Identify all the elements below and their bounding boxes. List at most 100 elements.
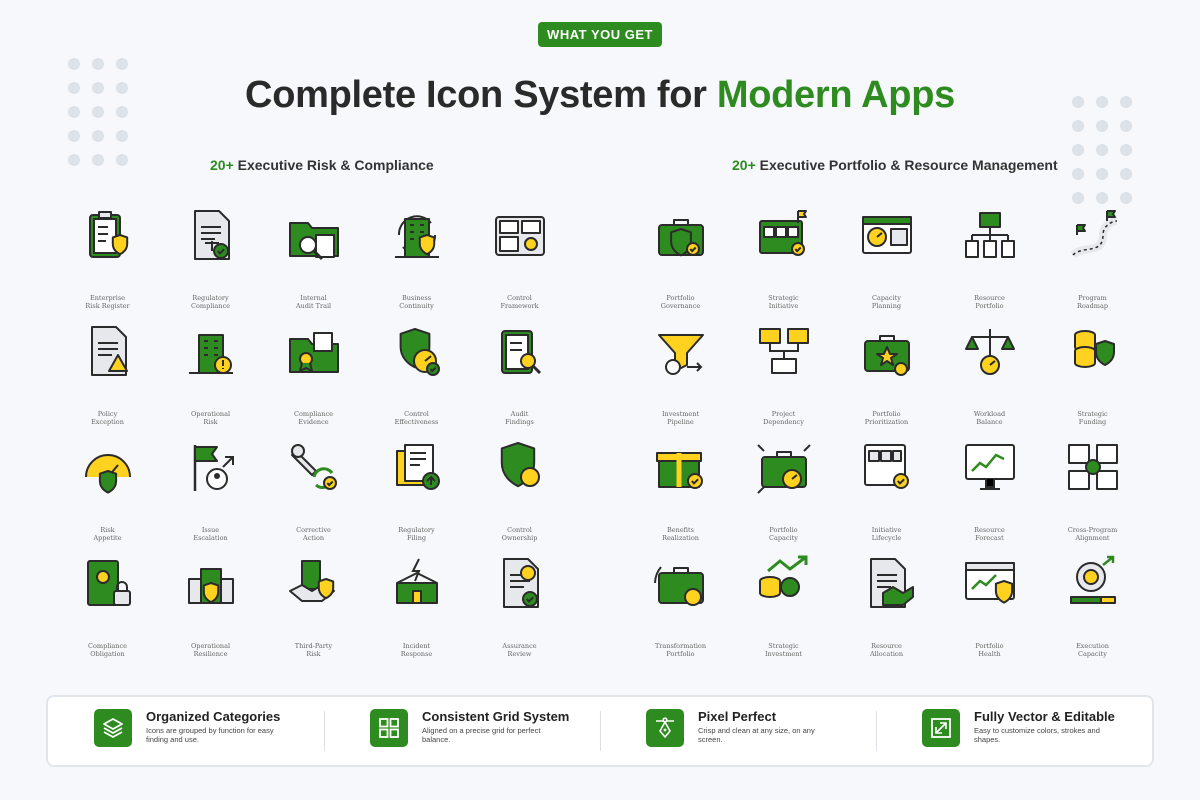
feature-pixel-perfect: Pixel Perfect Crisp and clean at any size… [600,709,876,753]
icon-label: Issue Escalation [193,526,228,542]
layers-icon [94,709,132,747]
section-count: 20+ [210,157,234,173]
icon-label: Corrective Action [296,526,331,542]
icon-label: Compliance Evidence [294,410,333,426]
icon-label: Project Dependency [763,410,804,426]
icon-card: Portfolio Health [938,553,1041,669]
icon-label: Cross-Program Alignment [1067,526,1118,542]
icon-card: Policy Exception [56,321,159,437]
section-count: 20+ [732,157,756,173]
icon-card: Workload Balance [938,321,1041,437]
icon-label: Assurance Review [502,642,537,658]
document-award-icon [490,553,550,618]
building-warning-icon [181,321,241,386]
icon-card: Cross-Program Alignment [1041,437,1144,553]
icon-card: Regulatory Filing [365,437,468,553]
icon-card: Business Continuity [365,205,468,321]
icon-label: Control Ownership [501,526,538,542]
gauge-shield-icon [78,437,138,502]
shield-award-icon [490,437,550,502]
folder-magnifier-icon [284,205,344,270]
icon-card: Benefits Realization [629,437,732,553]
building-lightning-icon [387,553,447,618]
feature-organized-categories: Organized Categories Icons are grouped by… [48,709,324,753]
feature-desc: Icons are grouped by function for easy f… [146,726,274,744]
icon-label: Audit Findings [505,410,534,426]
icon-card: Initiative Lifecycle [835,437,938,553]
browser-chart-shield-icon [960,553,1020,618]
briefcase-org-chart-icon [960,205,1020,270]
briefcase-star-icon [857,321,917,386]
title-main: Complete Icon System for [245,74,717,116]
flag-person-arrow-icon [181,437,241,502]
board-check-icon [857,437,917,502]
icon-card: Resource Portfolio [938,205,1041,321]
icon-label: Portfolio Capacity [769,526,798,542]
icon-label: Policy Exception [91,410,124,426]
icon-label: Investment Pipeline [661,410,700,426]
icon-label: Operational Resilience [190,642,231,658]
icon-card: Capacity Planning [835,205,938,321]
road-flags-icon [1063,205,1123,270]
icon-label: Third-Party Risk [294,642,333,658]
icon-card: Strategic Investment [732,553,835,669]
briefcase-shield-icon [651,205,711,270]
icon-card: Risk Appetite [56,437,159,553]
icon-label: Regulatory Filing [398,526,435,542]
decorative-dots-right [1072,96,1132,204]
icon-card: Investment Pipeline [629,321,732,437]
document-scales-icon [181,205,241,270]
icon-label: Portfolio Prioritization [864,410,909,426]
icon-label: Resource Allocation [869,642,904,658]
feature-title: Consistent Grid System [422,709,570,724]
feature-desc: Aligned on a precise grid for perfect ba… [422,726,541,744]
icon-card: Issue Escalation [159,437,262,553]
icon-label: Incident Response [400,642,433,658]
dashboard-panels-icon [490,205,550,270]
section-heading-risk: 20+ Executive Risk & Compliance [210,157,434,173]
grid-icon [370,709,408,747]
icon-label: Strategic Investment [764,642,803,658]
icon-card: Strategic Funding [1041,321,1144,437]
icon-label: Resource Forecast [974,526,1005,542]
gear-progress-icon [1063,553,1123,618]
feature-title: Pixel Perfect [698,709,777,724]
icon-card: Enterprise Risk Register [56,205,159,321]
feature-title: Fully Vector & Editable [974,709,1115,724]
files-upload-icon [387,437,447,502]
feature-desc: Easy to customize colors, strokes and sh… [974,726,1100,744]
section-badge: WHAT YOU GET [538,22,662,47]
icon-card: Program Roadmap [1041,205,1144,321]
board-flag-icon [754,205,814,270]
coins-award-arrow-icon [754,553,814,618]
buildings-shield-icon [181,553,241,618]
browser-gauge-calendar-icon [857,205,917,270]
icon-card: Control Effectiveness [365,321,468,437]
icon-label: Workload Balance [973,410,1006,426]
monitor-chart-icon [960,437,1020,502]
icon-label: Portfolio Governance [660,294,701,310]
folder-certificate-icon [284,321,344,386]
briefcase-cycle-star-icon [651,553,711,618]
icon-card: Transformation Portfolio [629,553,732,669]
icon-label: Regulatory Compliance [191,294,230,310]
icon-label: Strategic Funding [1077,410,1108,426]
icon-card: Control Framework [468,205,571,321]
icon-card: Incident Response [365,553,468,669]
icon-card: Resource Forecast [938,437,1041,553]
icon-card: Execution Capacity [1041,553,1144,669]
icon-label: Portfolio Health [975,642,1004,658]
icon-card: Portfolio Prioritization [835,321,938,437]
icon-label: Capacity Planning [871,294,902,310]
icon-label: Resource Portfolio [974,294,1005,310]
document-handshake-icon [857,553,917,618]
feature-vector-editable: Fully Vector & Editable Easy to customize… [876,709,1152,753]
icon-label: Transformation Portfolio [654,642,707,658]
icon-card: Compliance Evidence [262,321,365,437]
feature-title: Organized Categories [146,709,281,724]
icon-label: Enterprise Risk Register [85,294,130,310]
icon-label: Execution Capacity [1076,642,1109,658]
wrench-cycle-icon [284,437,344,502]
icon-label: Strategic Initiative [768,294,799,310]
section-title: Executive Risk & Compliance [233,157,434,173]
